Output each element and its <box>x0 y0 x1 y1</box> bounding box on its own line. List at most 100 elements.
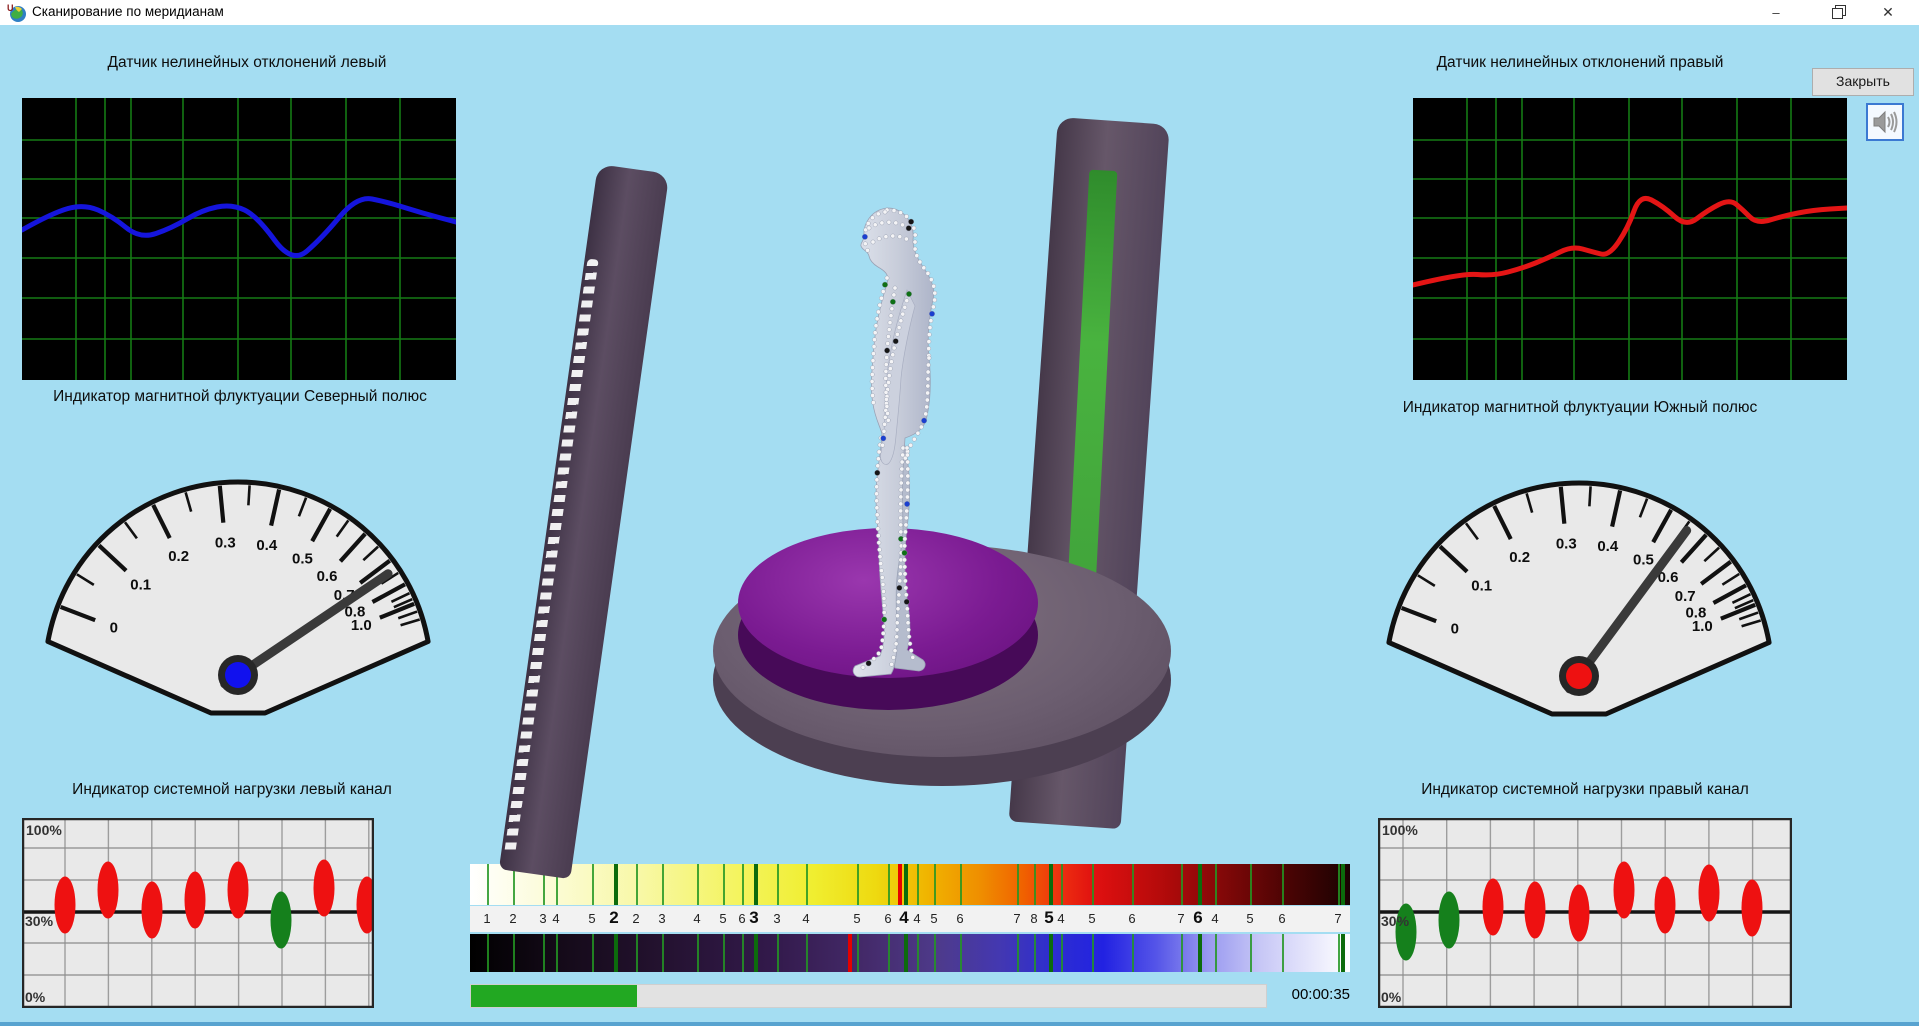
spectrum-number: 3 <box>749 908 758 928</box>
svg-text:0.3: 0.3 <box>1556 536 1577 553</box>
spectrum-number: 4 <box>1211 911 1218 926</box>
right-gauge-title: Индикатор магнитной флуктуации Южный пол… <box>1380 397 1780 418</box>
scale-tick <box>1049 934 1053 972</box>
scale-tick <box>723 934 725 972</box>
spectrum-bar-warm <box>470 864 1350 905</box>
restore-icon <box>1832 8 1843 19</box>
spectrum-number: 5 <box>719 911 726 926</box>
scale-tick <box>1017 864 1019 905</box>
svg-text:0: 0 <box>110 619 118 636</box>
scale-tick <box>1049 864 1053 905</box>
scale-tick <box>592 864 594 905</box>
scale-tick <box>1132 934 1134 972</box>
scan-progress-fill <box>471 985 637 1007</box>
svg-text:0.6: 0.6 <box>317 568 338 585</box>
svg-text:0.2: 0.2 <box>168 548 189 565</box>
scale-tick <box>1061 934 1063 972</box>
marker-line-red <box>848 934 852 972</box>
spectrum-number: 4 <box>802 911 809 926</box>
svg-text:0.4: 0.4 <box>256 537 278 554</box>
scale-tick <box>904 934 908 972</box>
spectrum-number: 4 <box>552 911 559 926</box>
window-title: Сканирование по меридианам <box>32 4 224 19</box>
scale-tick <box>917 864 919 905</box>
spectrum-number: 5 <box>1246 911 1253 926</box>
titlebar: U Сканирование по меридианам – ✕ <box>0 0 1919 25</box>
scan-progress-bar <box>470 984 1267 1008</box>
scale-tick <box>857 864 859 905</box>
spectrum-number: 7 <box>1177 911 1184 926</box>
spectrum-number: 3 <box>773 911 780 926</box>
scale-tick <box>1034 864 1036 905</box>
scale-tick <box>1092 864 1094 905</box>
scale-tick <box>1282 934 1284 972</box>
svg-text:1.0: 1.0 <box>351 617 372 634</box>
right-load-title: Индикатор системной нагрузки правый кана… <box>1385 779 1785 800</box>
scale-tick <box>513 934 515 972</box>
scale-tick <box>636 934 638 972</box>
scale-tick <box>1341 934 1345 972</box>
svg-text:100%: 100% <box>1382 822 1418 838</box>
spectrum-number: 5 <box>1044 908 1053 928</box>
minimize-button[interactable]: – <box>1753 0 1799 25</box>
svg-text:0.4: 0.4 <box>1597 538 1619 555</box>
left-magnetic-gauge: 00.10.20.30.40.50.60.70.81.0 <box>38 465 438 725</box>
scale-tick <box>723 864 725 905</box>
spectrum-number: 8 <box>1030 911 1037 926</box>
spectrum-number: 1 <box>483 911 490 926</box>
right-magnetic-gauge: 00.10.20.30.40.50.60.70.81.0 <box>1379 466 1779 726</box>
scale-tick <box>888 864 890 905</box>
scale-tick <box>857 934 859 972</box>
scanner-arm-lettering <box>504 259 599 854</box>
sound-button[interactable] <box>1866 103 1904 141</box>
spectrum-number: 6 <box>1278 911 1285 926</box>
left-scope-title: Датчик нелинейных отклонений левый <box>22 52 472 73</box>
svg-text:0.1: 0.1 <box>1471 577 1492 594</box>
scale-tick <box>556 934 558 972</box>
svg-text:0.5: 0.5 <box>1633 552 1654 569</box>
close-window-button[interactable]: ✕ <box>1865 0 1911 25</box>
spectrum-number: 5 <box>588 911 595 926</box>
spectrum-number: 4 <box>913 911 920 926</box>
scale-tick <box>1132 864 1134 905</box>
scale-tick <box>1181 934 1183 972</box>
scale-tick <box>777 864 779 905</box>
scale-tick <box>697 934 699 972</box>
scale-tick <box>934 934 936 972</box>
scale-tick <box>960 864 962 905</box>
scale-tick <box>904 864 908 905</box>
spectrum-number: 7 <box>1013 911 1020 926</box>
spectrum-number: 6 <box>884 911 891 926</box>
spectrum-number: 7 <box>1334 911 1341 926</box>
scale-tick <box>1282 864 1284 905</box>
svg-text:0.3: 0.3 <box>215 535 236 552</box>
spectrum-number: 3 <box>539 911 546 926</box>
maximize-button[interactable] <box>1813 0 1859 25</box>
left-load-title: Индикатор системной нагрузки левый канал <box>32 779 432 800</box>
speaker-icon <box>1868 105 1902 139</box>
scale-tick <box>1017 934 1019 972</box>
svg-text:0%: 0% <box>25 989 46 1005</box>
scale-tick <box>806 864 808 905</box>
scale-tick <box>614 934 618 972</box>
scale-tick <box>697 864 699 905</box>
scale-tick <box>754 864 758 905</box>
close-button[interactable]: Закрыть <box>1812 68 1914 96</box>
svg-text:0: 0 <box>1451 620 1459 637</box>
right-oscilloscope <box>1413 98 1847 380</box>
scale-tick <box>1198 934 1202 972</box>
svg-text:U: U <box>7 3 14 13</box>
spectrum-number: 5 <box>853 911 860 926</box>
scale-tick <box>1338 864 1340 905</box>
scale-tick <box>806 934 808 972</box>
scale-tick <box>543 934 545 972</box>
svg-text:0%: 0% <box>1381 989 1402 1005</box>
svg-text:1.0: 1.0 <box>1692 618 1713 635</box>
scale-tick <box>1338 934 1340 972</box>
scale-tick <box>614 864 618 905</box>
scale-tick <box>1034 934 1036 972</box>
scale-tick <box>662 864 664 905</box>
spectrum-number: 4 <box>1057 911 1064 926</box>
scale-tick <box>592 934 594 972</box>
spectrum-number: 5 <box>930 911 937 926</box>
